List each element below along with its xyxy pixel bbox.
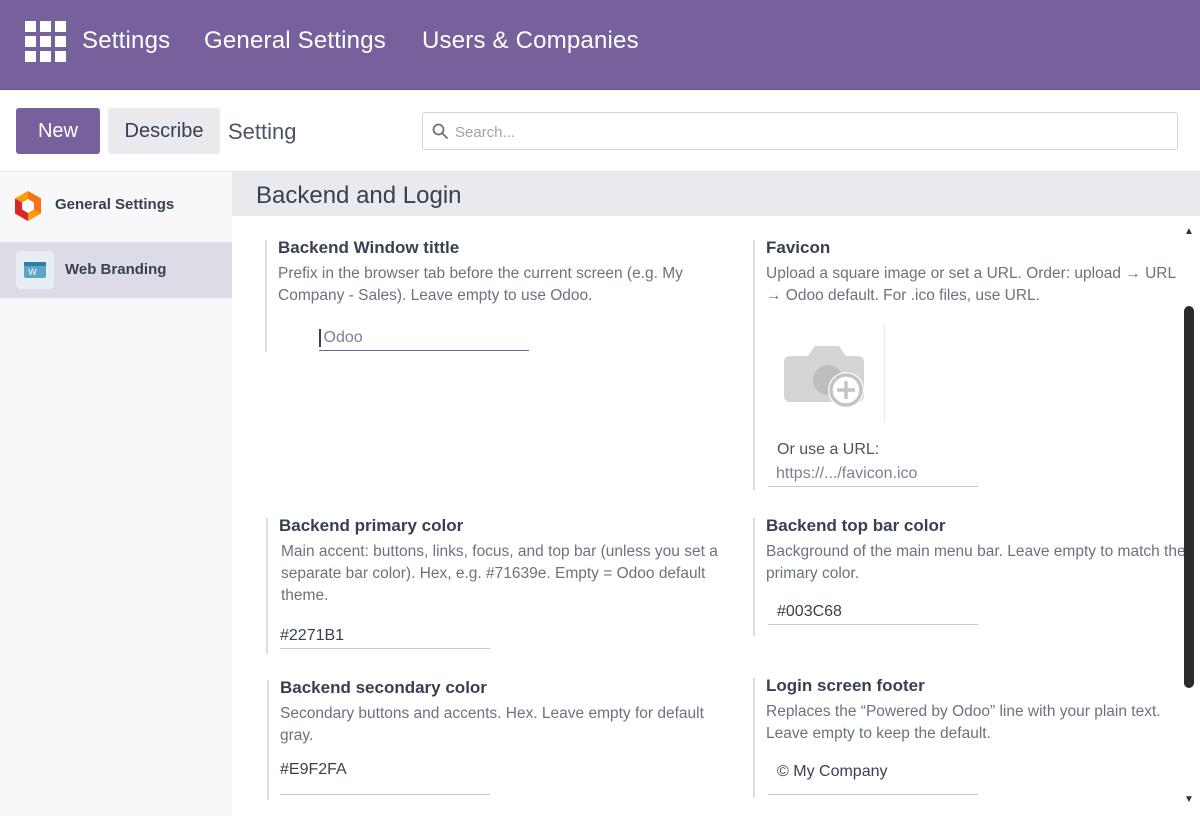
top-bar-color-value: #003C68 xyxy=(777,603,842,620)
setting-desc-favicon: Upload a square image or set a URL. Orde… xyxy=(766,265,1176,304)
apps-grid-icon[interactable] xyxy=(25,21,67,63)
setting-title-top-bar-color: Backend top bar color xyxy=(766,516,946,535)
control-panel: New Describe Setting xyxy=(0,91,1200,172)
search-input[interactable] xyxy=(453,113,1157,151)
login-footer-input[interactable]: © My Company xyxy=(768,760,978,795)
setting-desc-login-footer: Replaces the “Powered by Odoo” line with… xyxy=(766,703,1161,742)
sidebar-item-label: General Settings xyxy=(55,196,175,213)
setting-title-primary-color: Backend primary color xyxy=(279,516,464,535)
favicon-upload-area[interactable] xyxy=(776,324,885,422)
setting-divider xyxy=(265,240,267,352)
top-navbar: Settings General Settings Users & Compan… xyxy=(0,0,1200,90)
primary-color-input[interactable]: #2271B1 xyxy=(280,624,490,649)
sidebar-item-general-settings[interactable]: General Settings xyxy=(0,178,232,234)
setting-desc-window-title: Prefix in the browser tab before the cur… xyxy=(278,265,683,304)
section-header: Backend and Login xyxy=(232,172,1200,216)
text-caret xyxy=(319,328,321,347)
search-box[interactable] xyxy=(422,112,1178,151)
menu-general-settings[interactable]: General Settings xyxy=(204,27,386,55)
settings-content: Backend and Login Backend Window tittle … xyxy=(232,172,1200,816)
setting-title-window-title: Backend Window tittle xyxy=(278,238,460,257)
breadcrumb: Setting xyxy=(228,119,297,144)
scroll-down-arrow-icon[interactable]: ▼ xyxy=(1184,794,1194,805)
sidebar-item-web-branding[interactable]: W Web Branding xyxy=(0,242,232,298)
sidebar-item-label: Web Branding xyxy=(65,261,167,278)
setting-desc-secondary-color: Secondary buttons and accents. Hex. Leav… xyxy=(280,705,704,744)
camera-add-icon xyxy=(784,346,864,408)
settings-sidebar: General Settings W Web Branding xyxy=(0,172,232,816)
setting-divider xyxy=(753,240,755,490)
setting-divider xyxy=(266,518,268,654)
describe-button[interactable]: Describe xyxy=(108,108,220,154)
new-button[interactable]: New xyxy=(16,108,100,154)
svg-text:W: W xyxy=(28,268,37,278)
setting-title-favicon: Favicon xyxy=(766,238,831,257)
setting-title-login-footer: Login screen footer xyxy=(766,676,925,695)
setting-divider xyxy=(753,518,755,636)
favicon-url-label: Or use a URL: xyxy=(777,441,880,458)
odoo-hexagon-icon xyxy=(15,191,41,221)
favicon-url-input[interactable]: https://.../favicon.ico xyxy=(768,462,978,487)
setting-desc-primary-color: Main accent: buttons, links, focus, and … xyxy=(281,543,718,604)
setting-title-secondary-color: Backend secondary color xyxy=(280,678,487,697)
menu-users-companies[interactable]: Users & Companies xyxy=(422,27,639,55)
favicon-url-placeholder: https://.../favicon.ico xyxy=(776,465,918,482)
login-footer-value: © My Company xyxy=(777,763,888,780)
app-title-settings[interactable]: Settings xyxy=(82,27,170,55)
scroll-up-arrow-icon[interactable]: ▲ xyxy=(1184,226,1194,237)
search-icon xyxy=(432,123,448,139)
web-branding-icon: W xyxy=(16,251,54,289)
secondary-color-input[interactable]: #E9F2FA xyxy=(280,758,490,795)
vertical-scrollbar[interactable] xyxy=(1184,306,1194,688)
setting-divider xyxy=(267,680,269,800)
window-title-placeholder: Odoo xyxy=(323,329,363,346)
window-title-input[interactable]: Odoo xyxy=(319,326,529,351)
top-bar-color-input[interactable]: #003C68 xyxy=(768,600,978,625)
setting-desc-top-bar-color: Background of the main menu bar. Leave e… xyxy=(766,543,1186,582)
section-title: Backend and Login xyxy=(256,182,462,209)
setting-divider xyxy=(753,678,755,798)
